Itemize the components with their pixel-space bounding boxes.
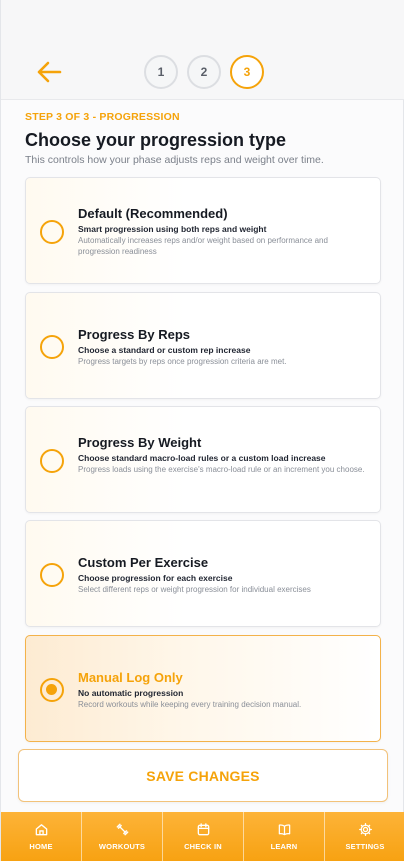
tab-label: LEARN — [270, 842, 298, 851]
tab-check-in[interactable]: CHECK IN — [163, 812, 244, 861]
tab-label: HOME — [29, 842, 53, 851]
step-2: 2 — [187, 55, 221, 89]
radio-weight[interactable] — [40, 449, 64, 473]
option-default[interactable]: Default (Recommended) Smart progression … — [25, 177, 381, 284]
tab-workouts[interactable]: WORKOUTS — [82, 812, 163, 861]
option-subtitle: Choose progression for each exercise — [78, 573, 233, 583]
page-title: Choose your progression type — [25, 130, 287, 150]
option-description: Select different reps or weight progress… — [78, 585, 311, 594]
tab-label: WORKOUTS — [98, 842, 146, 851]
option-subtitle: Choose a standard or custom rep increase — [78, 345, 251, 355]
tab-settings[interactable]: SETTINGS — [325, 812, 404, 861]
radio-manual-checked[interactable] — [40, 678, 64, 702]
option-title: Default (Recommended) — [78, 206, 228, 221]
option-description: Progress targets by reps once progressio… — [78, 357, 287, 366]
tab-label: SETTINGS — [345, 842, 385, 851]
option-weight-text: Progress By Weight Choose standard macro… — [78, 435, 366, 476]
tab-learn[interactable]: LEARN — [244, 812, 325, 861]
option-description: Progress loads using the exercise's macr… — [78, 465, 365, 474]
option-subtitle: No automatic progression — [78, 688, 184, 698]
bottom-tab-bar: HOME WORKOUTS CHECK IN LEARN SETTINGS — [1, 812, 404, 861]
calendar-icon — [197, 823, 209, 836]
app-screen: 1 2 3 STEP 3 OF 3 - PROGRESSION Choose y… — [0, 0, 404, 861]
book-icon — [278, 824, 290, 836]
option-subtitle: Choose standard macro-load rules or a cu… — [78, 453, 326, 463]
step-3-active: 3 — [230, 55, 264, 89]
gear-icon — [358, 823, 372, 836]
arrow-left-icon — [37, 61, 62, 83]
option-subtitle: Smart progression using both reps and we… — [78, 224, 267, 234]
step-eyebrow: STEP 3 OF 3 - PROGRESSION — [25, 111, 180, 123]
step-indicator: 1 2 3 — [144, 55, 264, 89]
home-icon — [35, 824, 47, 836]
option-weight[interactable]: Progress By Weight Choose standard macro… — [25, 406, 381, 513]
header: 1 2 3 — [1, 0, 404, 100]
dumbbell-icon — [116, 823, 128, 836]
option-reps[interactable]: Progress By Reps Choose a standard or cu… — [25, 292, 381, 399]
option-manual[interactable]: Manual Log Only No automatic progression… — [25, 635, 381, 742]
radio-custom[interactable] — [40, 563, 64, 587]
option-reps-text: Progress By Reps Choose a standard or cu… — [78, 327, 366, 368]
tab-label: CHECK IN — [184, 842, 222, 851]
radio-reps[interactable] — [40, 335, 64, 359]
option-default-text: Default (Recommended) Smart progression … — [78, 206, 366, 258]
back-button[interactable] — [31, 56, 67, 88]
option-description: Record workouts while keeping every trai… — [78, 700, 302, 709]
option-description: Automatically increases reps and/or weig… — [78, 236, 328, 256]
step-1: 1 — [144, 55, 178, 89]
tab-home[interactable]: HOME — [1, 812, 82, 861]
option-custom[interactable]: Custom Per Exercise Choose progression f… — [25, 520, 381, 627]
save-changes-button[interactable]: SAVE CHANGES — [18, 749, 388, 802]
option-title: Manual Log Only — [78, 670, 183, 685]
radio-default[interactable] — [40, 220, 64, 244]
option-custom-text: Custom Per Exercise Choose progression f… — [78, 555, 366, 596]
page-subtitle: This controls how your phase adjusts rep… — [25, 154, 324, 166]
option-manual-text: Manual Log Only No automatic progression… — [78, 670, 366, 711]
option-title: Custom Per Exercise — [78, 555, 209, 570]
option-title: Progress By Weight — [78, 435, 202, 450]
option-title: Progress By Reps — [78, 327, 190, 342]
